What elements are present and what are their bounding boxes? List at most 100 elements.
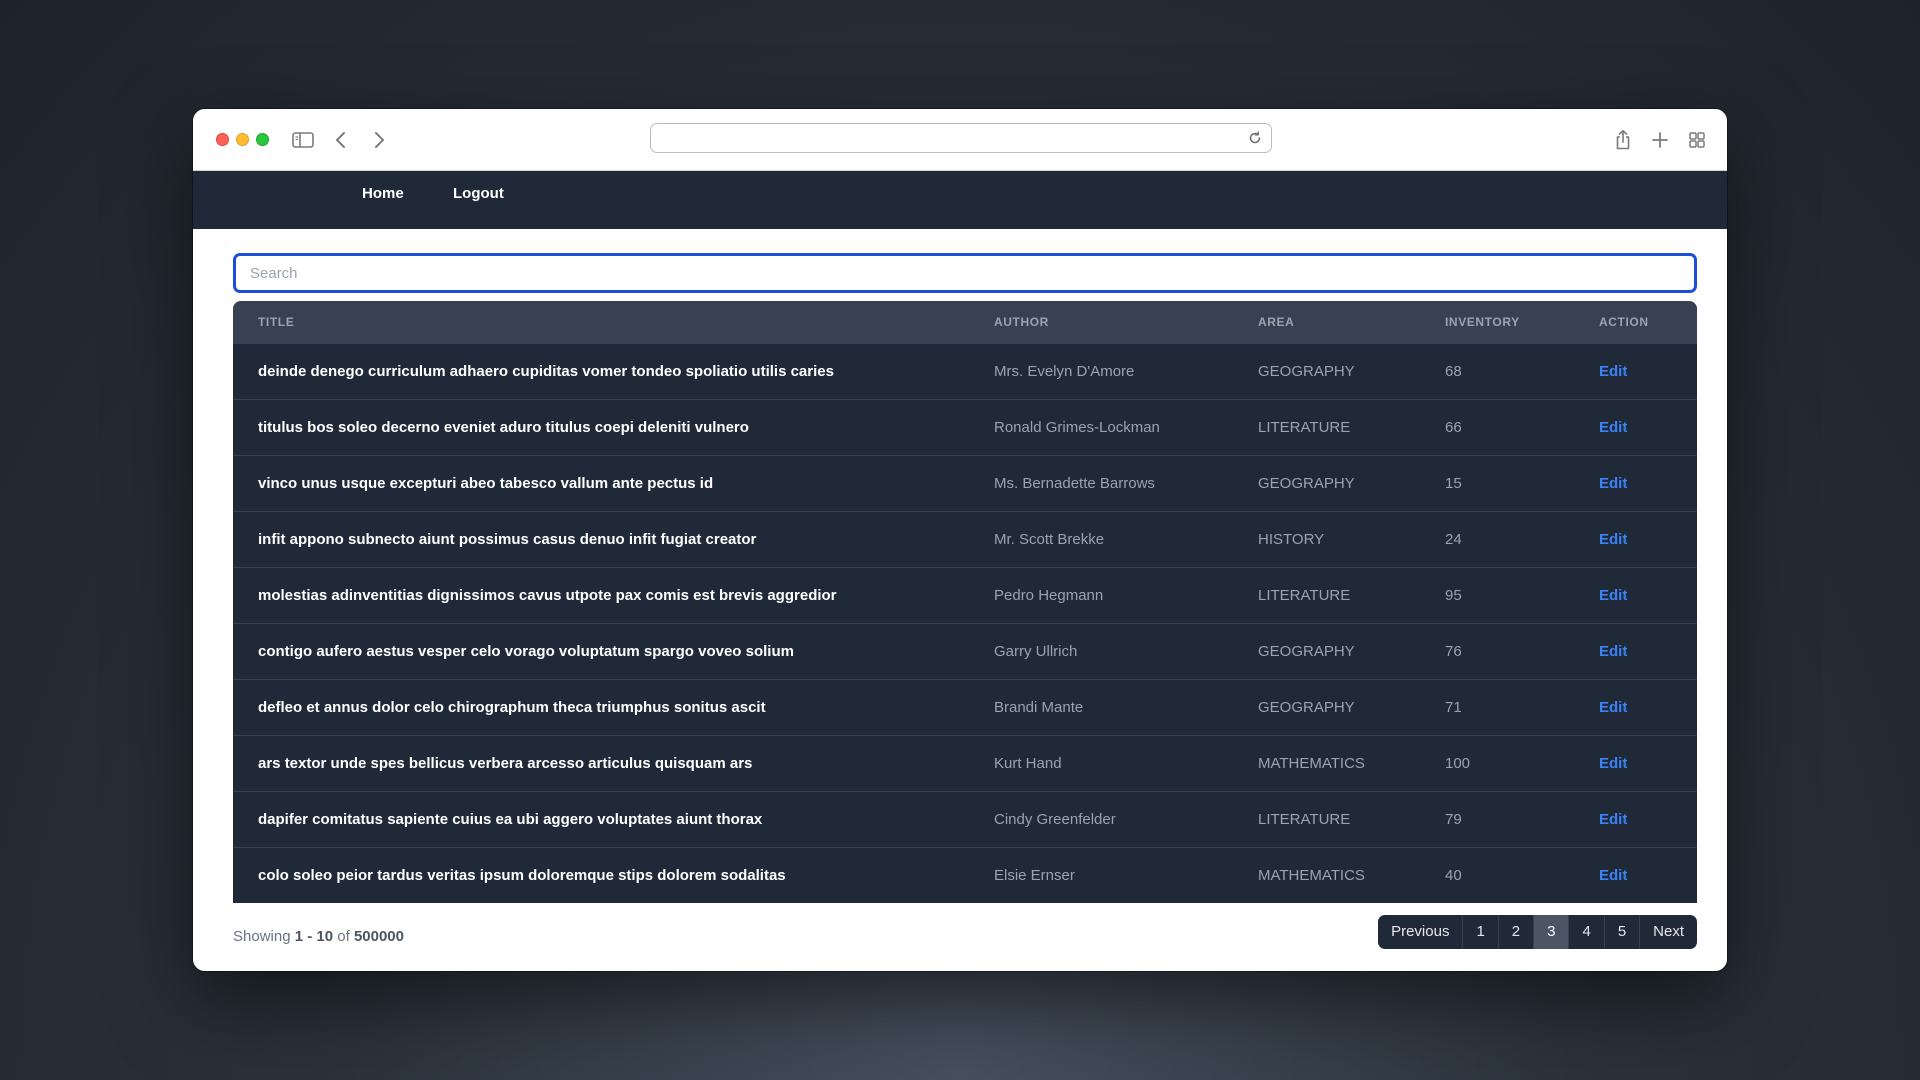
row-action: Edit	[1574, 567, 1697, 623]
row-area: GEOGRAPHY	[1258, 474, 1355, 492]
table-row: dapifer comitatus sapiente cuius ea ubi …	[233, 791, 1697, 847]
row-inventory: 40	[1445, 866, 1462, 884]
table-header-row: TITLE AUTHOR AREA INVENTORY ACTION	[233, 301, 1697, 343]
previous-page-button[interactable]: Previous	[1378, 915, 1462, 949]
row-action: Edit	[1574, 399, 1697, 455]
address-bar[interactable]	[650, 123, 1272, 153]
new-tab-icon[interactable]	[1647, 127, 1673, 153]
row-title: titulus bos soleo decerno eveniet aduro …	[258, 418, 749, 436]
row-area: MATHEMATICS	[1258, 754, 1365, 772]
row-inventory: 76	[1445, 642, 1462, 660]
row-title: dapifer comitatus sapiente cuius ea ubi …	[258, 810, 763, 828]
row-action: Edit	[1574, 791, 1697, 847]
row-action: Edit	[1574, 511, 1697, 567]
table-row: contigo aufero aestus vesper celo vorago…	[233, 623, 1697, 679]
edit-link[interactable]: Edit	[1599, 811, 1627, 828]
results-range: 1 - 10	[294, 928, 334, 945]
row-title: molestias adinventitias dignissimos cavu…	[258, 586, 837, 604]
row-inventory: 68	[1445, 362, 1462, 380]
edit-link[interactable]: Edit	[1599, 587, 1627, 604]
table-row: colo soleo peior tardus veritas ipsum do…	[233, 847, 1697, 903]
row-area: LITERATURE	[1258, 810, 1351, 828]
edit-link[interactable]: Edit	[1599, 531, 1627, 548]
search-input[interactable]	[233, 253, 1697, 293]
table-row: vinco unus usque excepturi abeo tabesco …	[233, 455, 1697, 511]
sidebar-icon[interactable]	[290, 127, 316, 153]
table-row: ars textor unde spes bellicus verbera ar…	[233, 735, 1697, 791]
row-area: LITERATURE	[1258, 586, 1351, 604]
edit-link[interactable]: Edit	[1599, 699, 1627, 716]
zoom-window-button[interactable]	[256, 133, 269, 146]
row-author: Mrs. Evelyn D'Amore	[994, 362, 1135, 380]
row-action: Edit	[1574, 455, 1697, 511]
table-row: deinde denego curriculum adhaero cupidit…	[233, 343, 1697, 399]
edit-link[interactable]: Edit	[1599, 643, 1627, 660]
page-button-2[interactable]: 2	[1497, 915, 1533, 949]
row-author: Mr. Scott Brekke	[994, 530, 1105, 548]
page-button-5[interactable]: 5	[1603, 915, 1639, 949]
row-author: Cindy Greenfelder	[994, 810, 1116, 828]
row-author: Brandi Mante	[994, 698, 1084, 716]
row-title: vinco unus usque excepturi abeo tabesco …	[258, 474, 714, 492]
row-title: deinde denego curriculum adhaero cupidit…	[258, 362, 834, 380]
row-inventory: 66	[1445, 418, 1462, 436]
row-area: MATHEMATICS	[1258, 866, 1365, 884]
row-title: contigo aufero aestus vesper celo vorago…	[258, 642, 794, 660]
forward-arrow-icon[interactable]	[366, 127, 392, 153]
results-summary: Showing 1 - 10 of 500000	[233, 928, 404, 945]
row-author: Ms. Bernadette Barrows	[994, 474, 1155, 492]
row-inventory: 100	[1445, 754, 1471, 772]
row-title: defleo et annus dolor celo chirographum …	[258, 698, 766, 716]
table-row: molestias adinventitias dignissimos cavu…	[233, 567, 1697, 623]
row-author: Pedro Hegmann	[994, 586, 1104, 604]
row-title: ars textor unde spes bellicus verbera ar…	[258, 754, 753, 772]
page-button-3[interactable]: 3	[1533, 915, 1569, 949]
books-table: TITLE AUTHOR AREA INVENTORY ACTION deind…	[233, 301, 1697, 903]
minimize-window-button[interactable]	[236, 133, 249, 146]
column-header-area: AREA	[1258, 314, 1295, 329]
column-header-author: AUTHOR	[994, 314, 1049, 329]
close-window-button[interactable]	[216, 133, 229, 146]
edit-link[interactable]: Edit	[1599, 867, 1627, 884]
row-author: Ronald Grimes-Lockman	[994, 418, 1160, 436]
row-author: Elsie Ernser	[994, 866, 1075, 884]
back-arrow-icon[interactable]	[328, 127, 354, 153]
row-action: Edit	[1574, 343, 1697, 399]
row-inventory: 24	[1445, 530, 1462, 548]
nav-home-link[interactable]: Home	[362, 171, 404, 217]
row-inventory: 15	[1445, 474, 1462, 492]
table-row: titulus bos soleo decerno eveniet aduro …	[233, 399, 1697, 455]
row-action: Edit	[1574, 847, 1697, 903]
of-label: of	[337, 928, 350, 945]
row-area: GEOGRAPHY	[1258, 698, 1355, 716]
row-area: LITERATURE	[1258, 418, 1351, 436]
row-title: infit appono subnecto aiunt possimus cas…	[258, 530, 757, 548]
row-author: Garry Ullrich	[994, 642, 1078, 660]
main-content: TITLE AUTHOR AREA INVENTORY ACTION deind…	[193, 229, 1727, 971]
share-icon[interactable]	[1610, 127, 1636, 153]
table-row: defleo et annus dolor celo chirographum …	[233, 679, 1697, 735]
row-action: Edit	[1574, 679, 1697, 735]
row-inventory: 71	[1445, 698, 1462, 716]
row-inventory: 95	[1445, 586, 1462, 604]
row-action: Edit	[1574, 735, 1697, 791]
tab-overview-icon[interactable]	[1684, 127, 1710, 153]
edit-link[interactable]: Edit	[1599, 363, 1627, 380]
column-header-title: TITLE	[258, 314, 295, 329]
edit-link[interactable]: Edit	[1599, 475, 1627, 492]
edit-link[interactable]: Edit	[1599, 755, 1627, 772]
row-author: Kurt Hand	[994, 754, 1062, 772]
page-button-4[interactable]: 4	[1568, 915, 1603, 949]
next-page-button[interactable]: Next	[1639, 915, 1697, 949]
table-footer: Showing 1 - 10 of 500000 Previous 1 2 3 …	[233, 915, 1697, 955]
edit-link[interactable]: Edit	[1599, 419, 1627, 436]
row-inventory: 79	[1445, 810, 1462, 828]
nav-logout-link[interactable]: Logout	[453, 171, 504, 217]
row-action: Edit	[1574, 623, 1697, 679]
results-total: 500000	[353, 928, 404, 945]
page-button-1[interactable]: 1	[1462, 915, 1497, 949]
row-area: HISTORY	[1258, 530, 1325, 548]
browser-toolbar	[193, 109, 1727, 171]
row-area: GEOGRAPHY	[1258, 362, 1355, 380]
reload-icon[interactable]	[1247, 130, 1263, 151]
